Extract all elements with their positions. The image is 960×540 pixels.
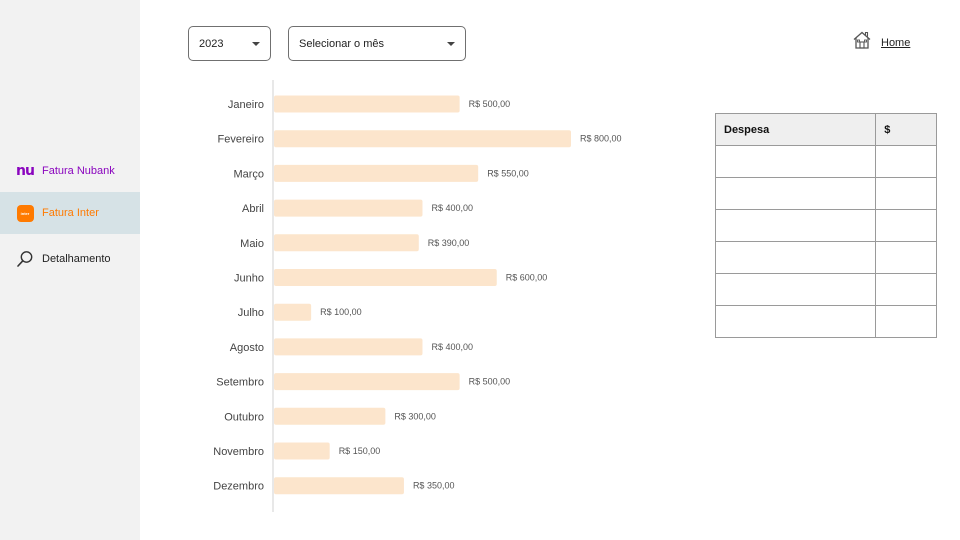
- table-row: [714, 177, 937, 210]
- bar[interactable]: [274, 234, 419, 252]
- bar-value-label: R$ 550,00: [487, 168, 529, 178]
- table-cell-valor: [875, 209, 937, 242]
- bar-value-label: R$ 500,00: [469, 99, 511, 109]
- app-root: nu Fatura Nubank inter Fatura Inter Deta…: [0, 0, 960, 540]
- bar-value-label: R$ 350,00: [413, 481, 455, 491]
- bar[interactable]: [274, 442, 330, 460]
- bar[interactable]: [274, 269, 497, 286]
- category-tick-label: Outubro: [224, 411, 264, 423]
- bar[interactable]: [274, 164, 479, 182]
- bar[interactable]: [274, 373, 460, 391]
- home-link-label: Home: [881, 36, 911, 49]
- table-cell-despesa: [714, 177, 877, 210]
- bar-value-label: R$ 800,00: [580, 134, 622, 144]
- table-row: [714, 209, 937, 242]
- table-row: [714, 145, 937, 178]
- category-tick-label: Maio: [240, 238, 264, 250]
- category-tick-label: Março: [233, 168, 264, 180]
- table-row: [714, 273, 937, 306]
- bar[interactable]: [274, 338, 423, 356]
- table-cell-valor: [875, 241, 937, 274]
- table-cell-valor: [875, 145, 937, 178]
- category-tick-label: Agosto: [230, 342, 264, 354]
- table-cell-valor: [875, 273, 937, 306]
- bar[interactable]: [274, 130, 571, 148]
- table-row: [714, 305, 937, 338]
- bar-value-label: R$ 500,00: [469, 377, 511, 387]
- bar-value-label: R$ 100,00: [320, 307, 362, 317]
- category-tick-label: Julho: [238, 307, 264, 319]
- table-cell-despesa: [714, 145, 877, 178]
- home-link[interactable]: Home: [852, 30, 910, 55]
- table-header-row: Despesa $: [714, 113, 937, 146]
- column-header-despesa: Despesa: [714, 113, 877, 146]
- category-tick-label: Abril: [242, 203, 264, 215]
- category-tick-label: Setembro: [216, 377, 264, 389]
- monthly-bar-chart: Janeiro R$ 500,00 Fevereiro R$ 800,00 Março R…: [213, 80, 622, 512]
- column-header-valor: $: [875, 113, 937, 146]
- bar[interactable]: [274, 477, 404, 495]
- house-icon: [852, 30, 872, 55]
- bar[interactable]: [274, 95, 460, 113]
- table-cell-despesa: [714, 241, 877, 274]
- bar-value-label: R$ 390,00: [428, 238, 470, 248]
- bar[interactable]: [274, 199, 423, 217]
- category-tick-label: Novembro: [213, 446, 264, 458]
- expense-table: Despesa $: [714, 113, 937, 338]
- category-tick-label: Janeiro: [228, 99, 264, 111]
- category-tick-label: Junho: [234, 273, 264, 285]
- table-cell-despesa: [714, 209, 877, 242]
- category-tick-label: Fevereiro: [218, 134, 264, 146]
- bar[interactable]: [274, 303, 312, 321]
- category-tick-label: Dezembro: [213, 481, 264, 493]
- table-cell-despesa: [714, 273, 877, 306]
- bar-value-label: R$ 600,00: [506, 273, 548, 283]
- bar-value-label: R$ 400,00: [432, 342, 474, 352]
- bar[interactable]: [274, 407, 386, 425]
- bar-value-label: R$ 300,00: [394, 411, 436, 421]
- table-cell-despesa: [714, 305, 877, 338]
- table-cell-valor: [875, 305, 937, 338]
- table-row: [714, 241, 937, 274]
- bar-value-label: R$ 400,00: [432, 203, 474, 213]
- bar-value-label: R$ 150,00: [339, 446, 381, 456]
- table-cell-valor: [875, 177, 937, 210]
